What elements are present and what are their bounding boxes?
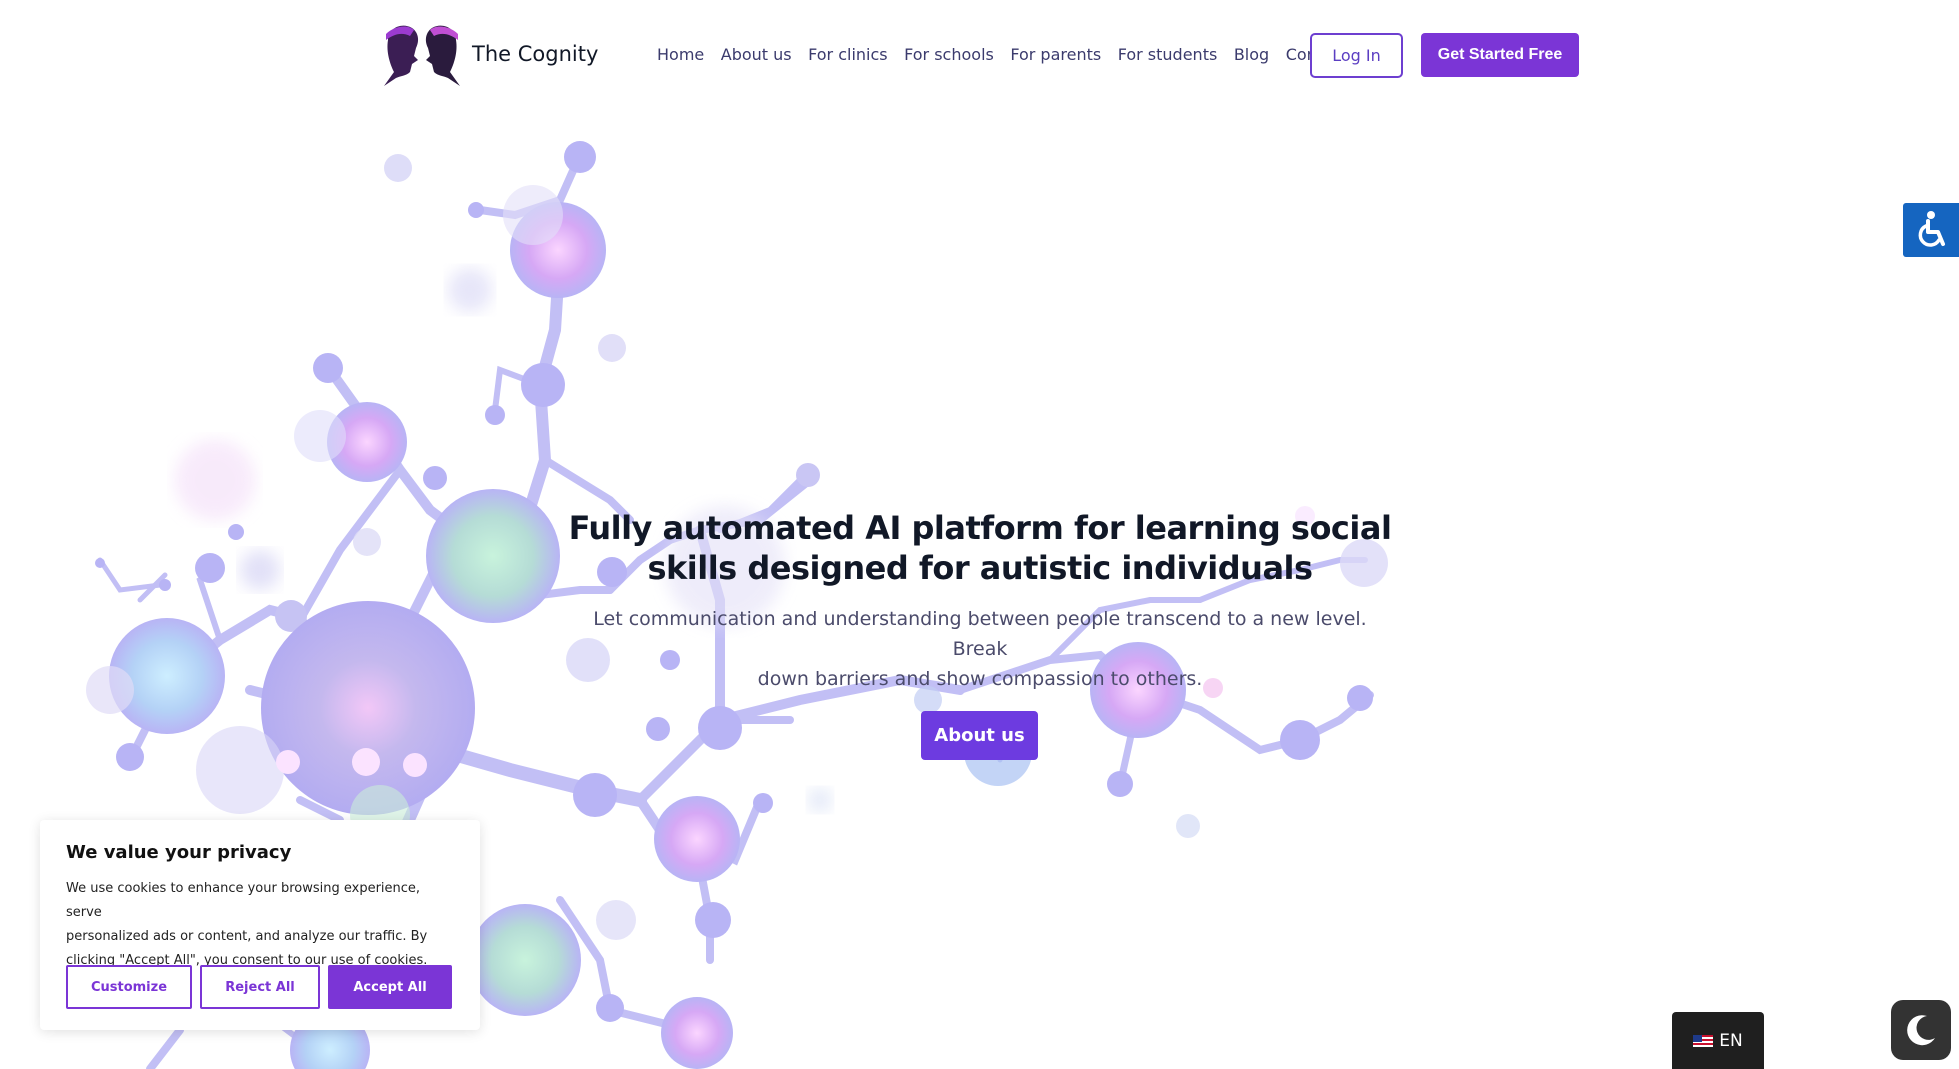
nav-for-clinics[interactable]: For clinics: [808, 45, 888, 64]
cookie-actions: Customize Reject All Accept All: [66, 965, 460, 1009]
cookie-text-line-1: We use cookies to enhance your browsing …: [66, 881, 421, 920]
hero-subtitle: Let communication and understanding betw…: [585, 604, 1375, 694]
language-code: EN: [1719, 1030, 1743, 1051]
dark-mode-toggle[interactable]: [1891, 1000, 1951, 1060]
nav-about-us[interactable]: About us: [721, 45, 792, 64]
language-switcher[interactable]: EN: [1672, 1012, 1764, 1069]
cookie-text: We use cookies to enhance your browsing …: [66, 877, 454, 973]
cookie-customize-button[interactable]: Customize: [66, 965, 192, 1009]
hero-title-line-1: Fully automated AI platform for learning…: [568, 509, 1392, 547]
about-us-button[interactable]: About us: [921, 711, 1038, 760]
cookie-reject-button[interactable]: Reject All: [200, 965, 320, 1009]
nav-for-students[interactable]: For students: [1118, 45, 1218, 64]
nav-home[interactable]: Home: [657, 45, 704, 64]
nav-for-schools[interactable]: For schools: [904, 45, 994, 64]
cookie-title: We value your privacy: [66, 842, 292, 863]
hero-subtitle-line-1: Let communication and understanding betw…: [593, 608, 1367, 660]
brand-name: The Cognity: [472, 42, 599, 66]
nav-for-parents[interactable]: For parents: [1010, 45, 1101, 64]
hero-title: Fully automated AI platform for learning…: [560, 508, 1400, 588]
moon-icon: [1907, 1015, 1935, 1046]
logo-mark-icon: [384, 25, 460, 86]
nav-blog[interactable]: Blog: [1234, 45, 1269, 64]
get-started-button[interactable]: Get Started Free: [1421, 33, 1579, 77]
hero-title-line-2: skills designed for autistic individuals: [647, 549, 1313, 587]
main-nav: Home About us For clinics For schools Fo…: [657, 45, 1364, 64]
cookie-consent-banner: We value your privacy We use cookies to …: [40, 820, 480, 1030]
cookie-accept-button[interactable]: Accept All: [328, 965, 452, 1009]
logo[interactable]: The Cognity: [380, 20, 598, 88]
us-flag-icon: [1693, 1034, 1714, 1047]
accessibility-button[interactable]: [1903, 203, 1959, 257]
site-header: The Cognity Home About us For clinics Fo…: [0, 0, 1959, 110]
accessibility-icon: [1918, 211, 1945, 247]
cookie-text-line-2: personalized ads or content, and analyze…: [66, 929, 428, 944]
login-button[interactable]: Log In: [1310, 33, 1403, 78]
hero-subtitle-line-2: down barriers and show compassion to oth…: [757, 668, 1203, 690]
